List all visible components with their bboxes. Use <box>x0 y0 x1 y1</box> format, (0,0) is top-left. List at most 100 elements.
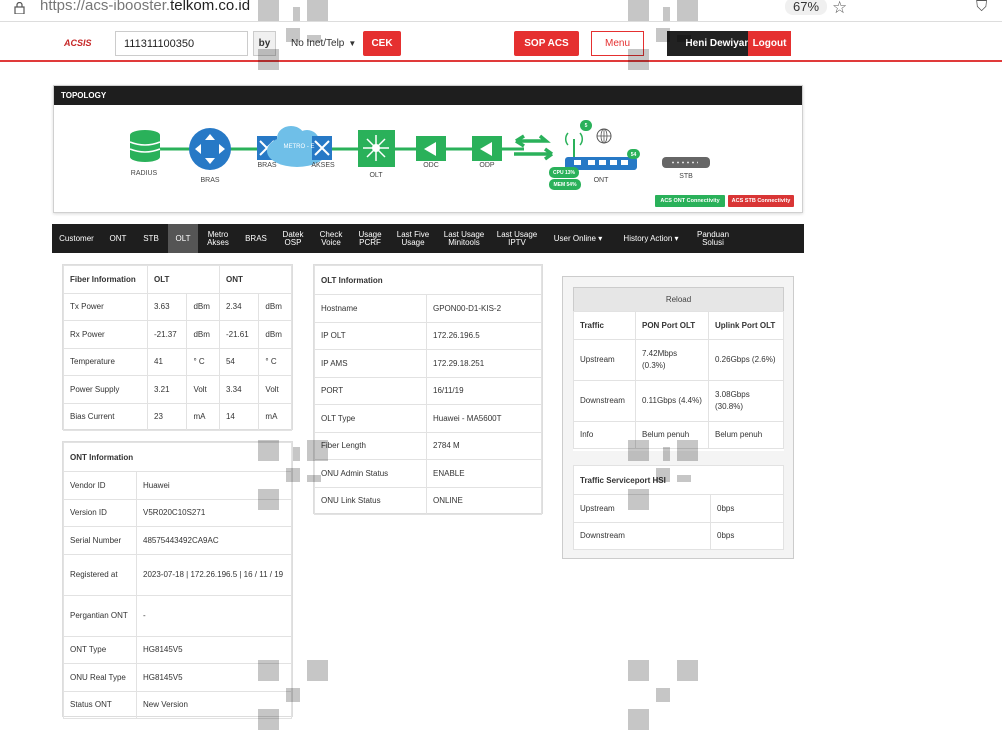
app-header: ACSIS by No Inet/Telp▼ CEK SOP ACS Menu … <box>0 22 1002 62</box>
cell: - <box>136 594 292 637</box>
router-icon <box>189 128 231 170</box>
shield-icon[interactable]: ⛉ <box>976 0 987 15</box>
cell: 3.63 <box>146 292 188 321</box>
bookmark-star-icon[interactable]: ☆ <box>832 0 847 18</box>
tab-olt[interactable]: OLT <box>168 224 198 253</box>
zoom-indicator[interactable]: 67% <box>785 0 828 15</box>
traffic-panel: Reload Traffic PON Port OLT Uplink Port … <box>562 276 794 559</box>
app-logo[interactable]: ACSIS <box>64 38 92 48</box>
ont-right-badge: 54 <box>627 149 640 159</box>
database-icon <box>129 130 161 162</box>
cell: 41 <box>146 347 188 376</box>
tab-last-usage-iptv[interactable]: Last Usage IPTV <box>493 224 541 253</box>
cell: 172.26.196.5 <box>426 321 542 350</box>
cell: 0bps <box>710 494 784 523</box>
table-row: Fiber Length 2784 M <box>314 431 542 460</box>
table-row: PORT 16/11/19 <box>314 376 542 405</box>
table-row: IP AMS 172.29.18.251 <box>314 349 542 378</box>
tab-last-usage-minitools[interactable]: Last Usage Minitools <box>439 224 489 253</box>
table-row: Bias Current 23 mA 14 mA <box>63 402 292 431</box>
table-header: ONT <box>218 265 293 294</box>
node-label-stb: STB <box>679 173 693 180</box>
cell: Fiber Length <box>314 431 427 460</box>
cell: Serial Number <box>63 526 137 555</box>
tab-label: Customer <box>59 233 94 243</box>
odp-icon <box>472 136 502 161</box>
node-label-radius: RADIUS <box>130 170 158 177</box>
cell: Pergantian ONT <box>63 594 137 637</box>
node-label-olt: OLT <box>369 172 383 179</box>
cell: 16/11/19 <box>426 376 542 405</box>
traffic-table-wrap: Reload Traffic PON Port OLT Uplink Port … <box>573 287 784 451</box>
cell: Downstream <box>573 379 636 422</box>
table-row: ONU Link Status ONLINE <box>314 486 542 515</box>
tab-label: History Action ▾ <box>623 233 679 243</box>
tab-bras[interactable]: BRAS <box>241 224 271 253</box>
logout-button[interactable]: Logout <box>748 31 791 56</box>
tab-panduan-solusi[interactable]: Panduan Solusi <box>692 224 734 253</box>
tab-history-action[interactable]: History Action ▾ <box>615 224 687 253</box>
cell: Registered at <box>63 553 137 596</box>
cell: IP OLT <box>314 321 427 350</box>
cell: Info <box>573 420 636 449</box>
tab-metro-akses[interactable]: Metro Akses <box>203 224 233 253</box>
browser-bar: https://acs-ibooster.telkom.co.id 67% ☆ … <box>0 0 1002 22</box>
table-row: Tx Power 3.63 dBm 2.34 dBm <box>63 292 292 321</box>
tab-check-voice[interactable]: Check Voice <box>316 224 346 253</box>
acs-ont-connectivity-badge[interactable]: ACS ONT Connectivity <box>655 195 725 207</box>
url-domain: telkom.co.id <box>170 0 251 14</box>
table-row: Power Supply 3.21 Volt 3.34 Volt <box>63 375 292 404</box>
qr-watermark <box>628 440 698 510</box>
cek-button[interactable]: CEK <box>363 31 401 56</box>
cell: -21.61 <box>218 320 260 349</box>
cell: 0.11Gbps (4.4%) <box>635 379 709 422</box>
table-row: Downstream 0bps <box>573 521 784 550</box>
cell: 48575443492CA9AC <box>136 526 292 555</box>
table-row: Rx Power -21.37 dBm -21.61 dBm <box>63 320 292 349</box>
fiber-information-panel: Fiber Information OLT ONT Tx Power 3.63 dB… <box>62 264 293 431</box>
table-header: Fiber Information <box>63 265 148 294</box>
tab-user-online[interactable]: User Online ▾ <box>546 224 610 253</box>
cell: Upstream <box>573 338 636 381</box>
olt-information-panel: OLT Information Hostname GPON00-D1-KIS-2 … <box>313 264 543 515</box>
cell: ONT Type <box>63 635 137 664</box>
cell: Volt <box>258 375 292 404</box>
table-header-row: OLT Information <box>314 265 542 295</box>
tab-stb[interactable]: STB <box>138 224 164 253</box>
topology-title: TOPOLOGY <box>54 86 802 105</box>
qr-watermark <box>258 440 328 510</box>
cell: ONU Real Type <box>63 663 137 692</box>
reload-button[interactable]: Reload <box>573 287 784 311</box>
cell: Vendor ID <box>63 471 137 500</box>
table-header: OLT Information <box>314 265 542 295</box>
tab-label: Last Usage IPTV <box>496 229 538 247</box>
cell: Downstream <box>573 521 711 550</box>
cell: ° C <box>186 347 220 376</box>
address-bar[interactable]: https://acs-ibooster.telkom.co.id <box>40 0 250 14</box>
tab-datek-osp[interactable]: Datek OSP <box>278 224 308 253</box>
cell: OLT Type <box>314 404 427 433</box>
tab-last-five-usage[interactable]: Last Five Usage <box>390 224 436 253</box>
tab-customer[interactable]: Customer <box>52 224 101 253</box>
tab-ont[interactable]: ONT <box>105 224 131 253</box>
cell: dBm <box>258 320 292 349</box>
tab-usage-pcrf[interactable]: Usage PCRF <box>352 224 388 253</box>
table-row: ONU Admin Status ENABLE <box>314 459 542 488</box>
cell: 2.34 <box>218 292 260 321</box>
acs-stb-connectivity-badge[interactable]: ACS STB Connectivity <box>728 195 794 207</box>
cell: Tx Power <box>63 292 148 321</box>
cell: ENABLE <box>426 459 542 488</box>
cell: 3.21 <box>146 375 188 404</box>
sop-acs-button[interactable]: SOP ACS <box>514 31 579 56</box>
ont-mem-badge: MEM 54% <box>549 179 581 190</box>
node-label-ont: ONT <box>593 177 609 184</box>
search-input[interactable] <box>115 31 248 56</box>
table-header: Uplink Port OLT <box>708 311 784 340</box>
tab-label: Panduan Solusi <box>696 229 730 247</box>
cell: ONU Admin Status <box>314 459 427 488</box>
table-header-row: Fiber Information OLT ONT <box>63 265 293 294</box>
cell: 2023-07-18 | 172.26.196.5 | 16 / 11 / 19 <box>136 553 292 596</box>
cell: 0.26Gbps (2.6%) <box>708 338 784 381</box>
tab-label: Check Voice <box>319 229 343 247</box>
table-header: PON Port OLT <box>635 311 709 340</box>
